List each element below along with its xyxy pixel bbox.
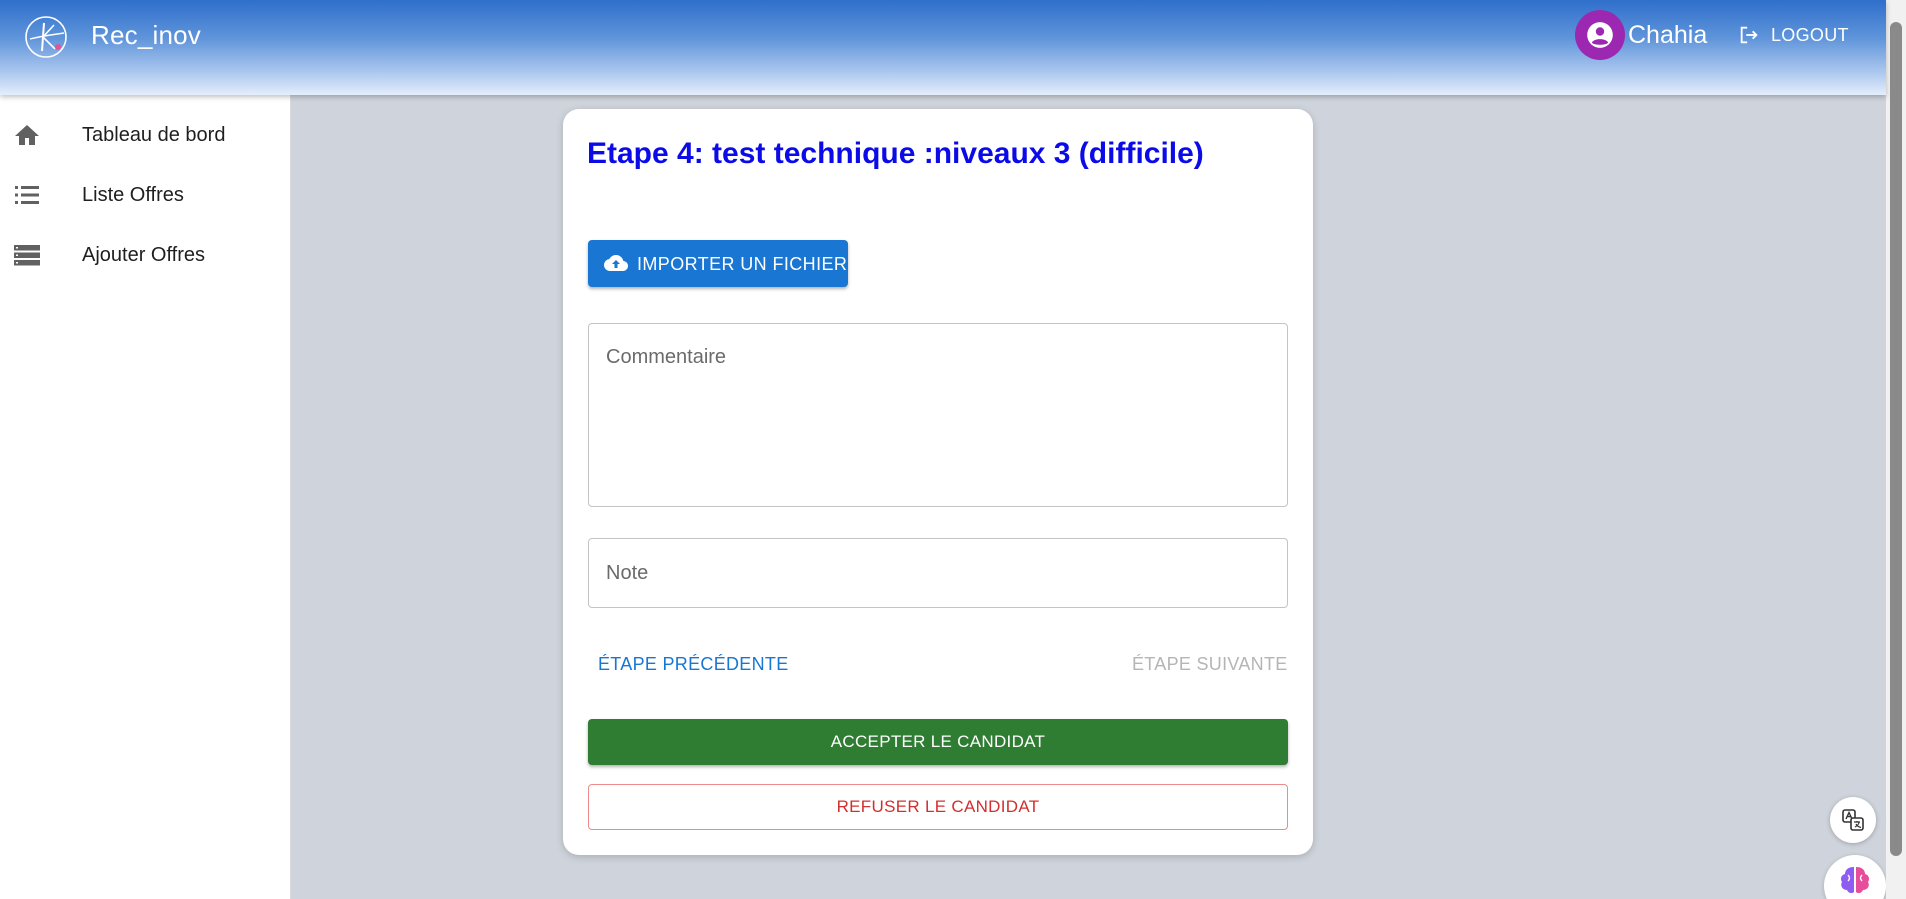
note-field[interactable]: Note — [588, 538, 1288, 608]
import-file-button[interactable]: IMPORTER UN FICHIER — [588, 240, 848, 287]
app-title: Rec_inov — [91, 20, 201, 50]
logout-label: LOGOUT — [1771, 24, 1849, 45]
comment-placeholder: Commentaire — [606, 346, 727, 368]
sidebar-item-label: Liste Offres — [82, 184, 184, 206]
app-logo — [25, 16, 67, 58]
accept-candidate-button[interactable]: ACCEPTER LE CANDIDAT — [588, 719, 1288, 765]
reject-candidate-button[interactable]: REFUSER LE CANDIDAT — [588, 784, 1288, 830]
sidebar-item-add-offer[interactable]: Ajouter Offres — [0, 227, 290, 283]
translate-icon — [1842, 809, 1864, 831]
assistant-button[interactable] — [1824, 855, 1886, 899]
scrollbar-thumb[interactable] — [1890, 22, 1902, 856]
sidebar-item-label: Ajouter Offres — [82, 244, 206, 266]
logout-button[interactable]: LOGOUT — [1738, 22, 1849, 48]
note-placeholder: Note — [606, 562, 649, 584]
import-file-label: IMPORTER UN FICHIER — [637, 254, 848, 274]
user-menu[interactable]: Chahia — [1575, 10, 1707, 60]
app-bar: Rec_inov Chahia LOGOUT — [0, 0, 1886, 95]
logout-icon — [1740, 26, 1758, 44]
translate-button[interactable] — [1830, 797, 1876, 843]
sidebar-item-dashboard[interactable]: Tableau de bord — [0, 107, 290, 163]
sidebar-item-label: Tableau de bord — [82, 124, 226, 146]
home-icon — [15, 125, 39, 145]
sidebar: Tableau de bord Liste Offres Ajouter Off… — [0, 95, 291, 899]
storage-icon — [14, 245, 40, 266]
previous-step-button[interactable]: ÉTAPE PRÉCÉDENTE — [598, 654, 789, 675]
avatar[interactable] — [1575, 10, 1625, 60]
comment-field[interactable]: Commentaire — [588, 323, 1288, 507]
cloud-upload-icon — [604, 255, 628, 271]
user-name: Chahia — [1628, 20, 1708, 49]
list-icon — [15, 186, 39, 204]
step-card: Etape 4: test technique :niveaux 3 (diff… — [563, 109, 1313, 855]
brain-icon — [1841, 867, 1869, 894]
page-scrollbar[interactable] — [1886, 0, 1906, 899]
sidebar-item-offers-list[interactable]: Liste Offres — [0, 167, 290, 223]
account-circle-icon — [1587, 22, 1613, 48]
step-title: Etape 4: test technique :niveaux 3 (diff… — [587, 137, 1204, 170]
next-step-button: ÉTAPE SUIVANTE — [1132, 654, 1288, 674]
